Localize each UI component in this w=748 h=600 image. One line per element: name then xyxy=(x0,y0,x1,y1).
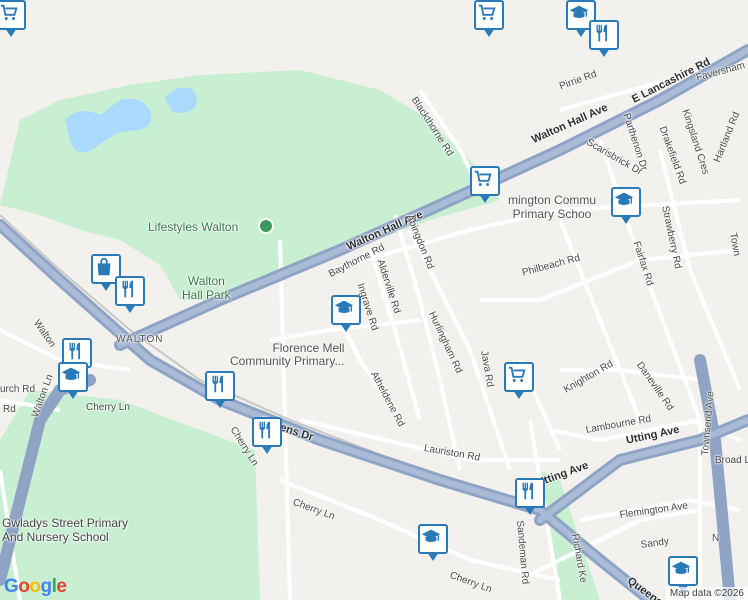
school-icon xyxy=(61,367,81,381)
shopping-cart-marker-1[interactable] xyxy=(474,0,504,40)
street-label-broad: Broad L xyxy=(715,455,748,466)
school-icon xyxy=(614,192,634,206)
school-marker-3[interactable] xyxy=(58,362,88,402)
restaurant-icon xyxy=(522,482,534,500)
restaurant-icon xyxy=(596,24,608,42)
restaurant-icon xyxy=(122,280,134,298)
shopping-cart-marker-3[interactable] xyxy=(504,362,534,402)
leisure-centre-marker[interactable] xyxy=(258,218,274,234)
poi-label-lifestyles-walton[interactable]: Lifestyles Walton xyxy=(148,220,238,234)
shopping-cart-marker-2[interactable] xyxy=(470,166,500,206)
restaurant-icon xyxy=(69,342,81,360)
school-icon xyxy=(671,561,691,575)
shopping-cart-marker-4[interactable] xyxy=(0,0,26,40)
restaurant-marker-6[interactable] xyxy=(515,478,545,518)
street-label-church: urch Rd xyxy=(0,384,36,395)
shopping-cart-icon xyxy=(474,170,492,186)
street-label-n: N xyxy=(712,533,720,544)
park-label-walton-hall-park[interactable]: Walton Hall Park xyxy=(182,274,231,302)
map-attribution[interactable]: Map data ©2026 xyxy=(665,587,748,600)
restaurant-marker-4[interactable] xyxy=(205,371,235,411)
school-marker-2[interactable] xyxy=(611,187,641,227)
restaurant-marker-2[interactable] xyxy=(115,276,145,316)
poi-label-gwladys[interactable]: Gwladys Street Primary And Nursery Schoo… xyxy=(2,516,128,544)
shopping-bag-icon xyxy=(97,257,111,276)
restaurant-icon xyxy=(212,375,224,393)
poi-label-florence-mell[interactable]: Florence Mell Community Primary... xyxy=(230,342,344,368)
school-icon xyxy=(334,300,354,314)
poi-label-lemington[interactable]: mington Commu Primary Schoo xyxy=(508,193,596,221)
shopping-cart-icon xyxy=(0,4,18,20)
shopping-cart-icon xyxy=(478,4,496,20)
restaurant-icon xyxy=(259,421,271,439)
street-label-cherry-ln-1: Cherry Ln xyxy=(86,402,130,413)
area-label-walton: WALTON xyxy=(116,334,164,345)
school-marker-4[interactable] xyxy=(331,295,361,335)
google-logo: Google xyxy=(4,576,67,597)
shopping-cart-icon xyxy=(508,366,526,382)
school-marker-5[interactable] xyxy=(418,524,448,564)
street-label-rd-left: Rd xyxy=(3,404,16,415)
restaurant-marker-1[interactable] xyxy=(589,20,619,60)
school-icon xyxy=(421,529,441,543)
map-canvas[interactable]: Walton Hall Ave Walton Hall Ave E Lancas… xyxy=(0,0,748,600)
school-icon xyxy=(569,5,589,19)
restaurant-marker-5[interactable] xyxy=(252,417,282,457)
